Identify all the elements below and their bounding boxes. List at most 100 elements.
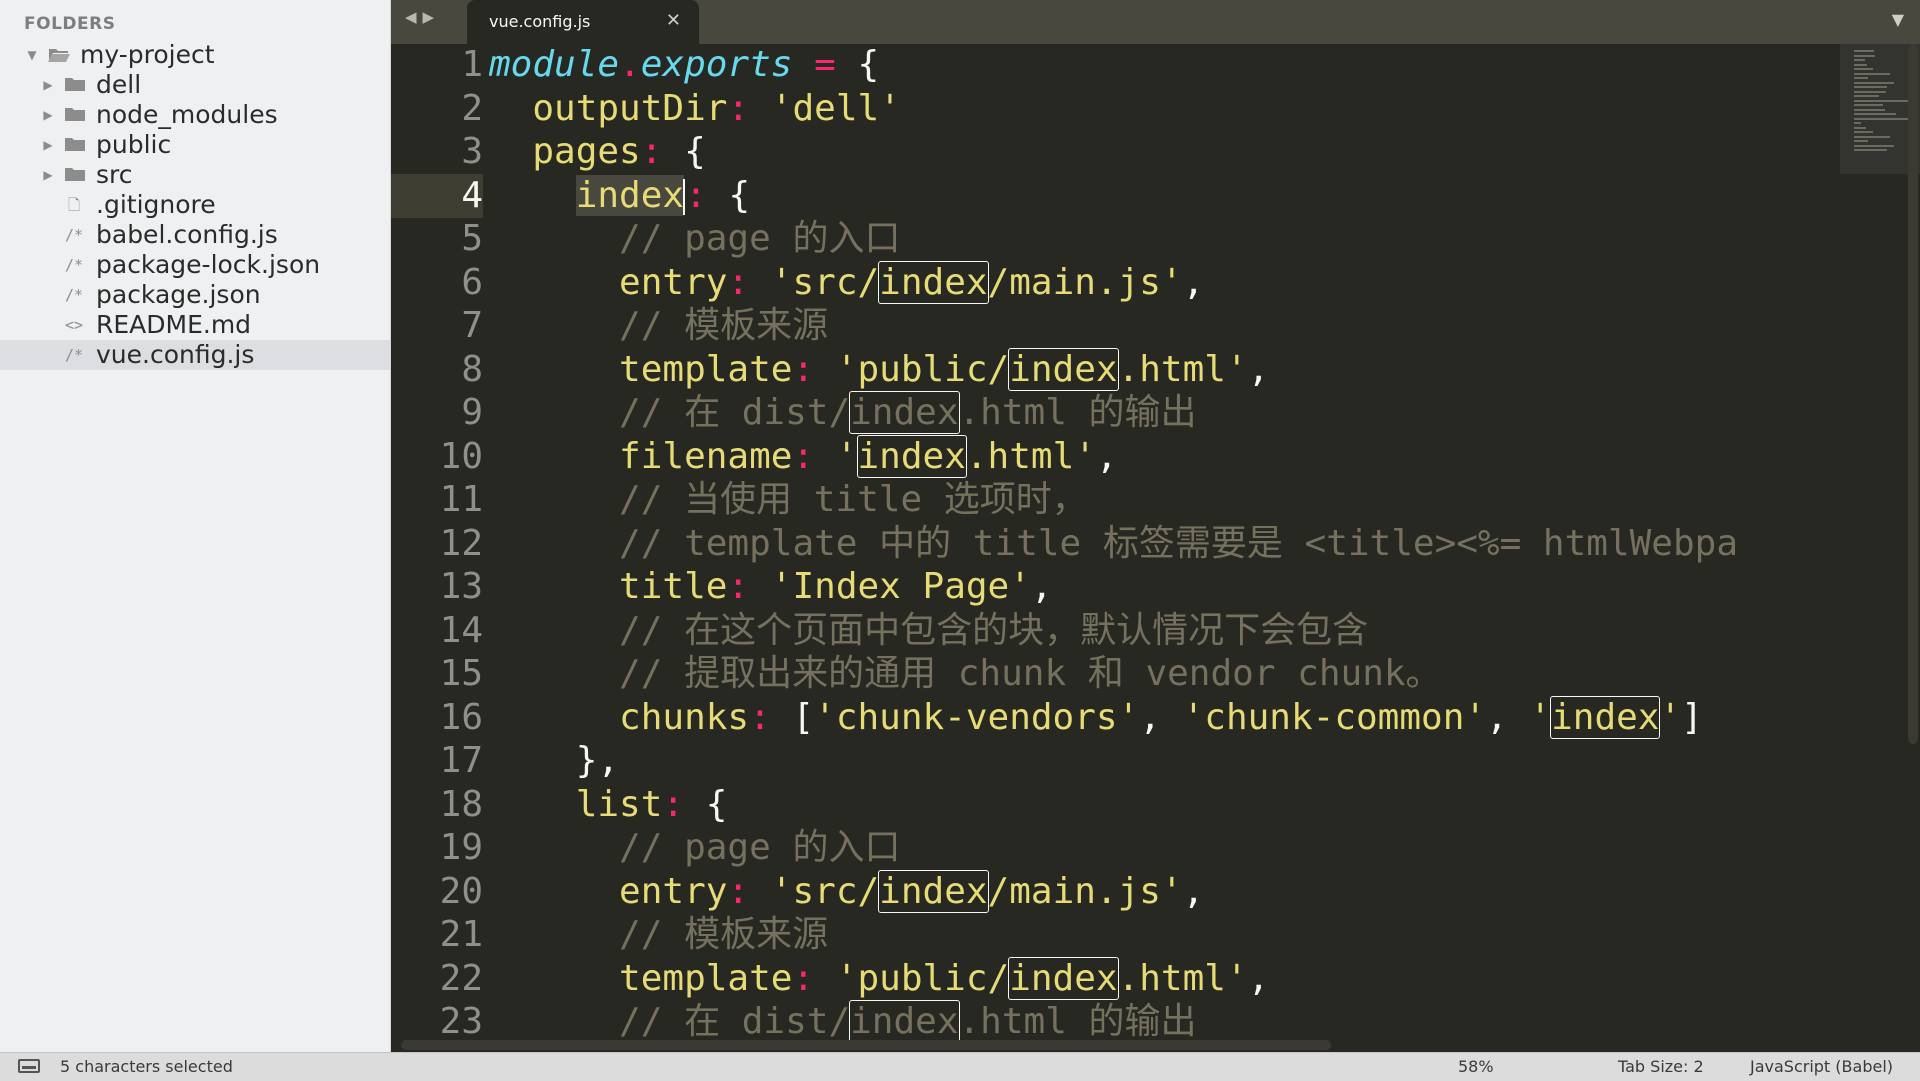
code-token: = bbox=[814, 44, 836, 85]
code-token: title bbox=[619, 566, 728, 607]
code-token: ' bbox=[835, 435, 858, 477]
tree-item[interactable]: ▼ my-project bbox=[0, 40, 390, 70]
code-token: // 模板来源 bbox=[619, 305, 829, 346]
code-line: // template 中的 title 标签需要是 <title><%= ht… bbox=[489, 522, 1738, 566]
line-number: 9 bbox=[461, 392, 483, 433]
chevron-right-icon[interactable]: ▶ bbox=[40, 160, 56, 190]
code-line: index: { bbox=[489, 174, 750, 218]
code-line: pages: { bbox=[489, 130, 705, 174]
forward-arrow-icon[interactable]: ▶ bbox=[423, 8, 441, 26]
code-token: , bbox=[1030, 566, 1053, 607]
code-token: . bbox=[619, 44, 641, 85]
code-token: { bbox=[835, 44, 880, 85]
chevron-down-icon[interactable]: ▼ bbox=[1892, 10, 1904, 29]
chevron-down-icon[interactable]: ▼ bbox=[24, 40, 40, 70]
tree-item[interactable]: /* package.json bbox=[0, 280, 390, 310]
code-token: template bbox=[619, 957, 793, 999]
minimap-line bbox=[1854, 140, 1869, 142]
code-token: module bbox=[489, 44, 620, 85]
code-token: 'public/ bbox=[835, 348, 1010, 390]
tree-item[interactable]: ▶ public bbox=[0, 130, 390, 160]
panel-toggle-icon[interactable] bbox=[18, 1059, 40, 1073]
code-token: .html' bbox=[965, 435, 1096, 477]
tree-item[interactable]: ▶ src bbox=[0, 160, 390, 190]
code-line: chunks: ['chunk-vendors', 'chunk-common'… bbox=[489, 695, 1703, 740]
code-token: // 在这个页面中包含的块，默认情况下会包含 bbox=[619, 609, 1369, 651]
folder-icon bbox=[65, 78, 85, 91]
match-highlight: index bbox=[849, 1000, 960, 1043]
minimap-line bbox=[1854, 108, 1885, 111]
code-token: // page 的入口 bbox=[619, 827, 901, 868]
tree-item-label: .gitignore bbox=[96, 190, 216, 219]
code-token: { bbox=[684, 783, 728, 825]
line-number: 14 bbox=[439, 609, 483, 651]
code-editor[interactable]: 1 2 3 4 5 6 7 8 9 10 11 12 13 14 15 16 17 18 19 20 21 22 23 mo… bbox=[391, 44, 1920, 1052]
chevron-right-icon[interactable]: ▶ bbox=[40, 130, 56, 160]
code-file-icon: /* bbox=[64, 226, 84, 244]
line-number: 4 bbox=[461, 174, 483, 216]
markdown-file-icon: <> bbox=[64, 316, 84, 334]
status-bar: 5 characters selected 58% Tab Size: 2 Ja… bbox=[0, 1052, 1920, 1081]
tree-item[interactable]: <> README.md bbox=[0, 310, 390, 340]
match-highlight: index bbox=[1008, 347, 1119, 391]
minimap-line bbox=[1854, 122, 1861, 124]
vertical-scrollbar[interactable] bbox=[1908, 44, 1918, 744]
syntax-mode[interactable]: JavaScript (Babel) bbox=[1750, 1057, 1893, 1076]
code-token: , bbox=[1182, 870, 1205, 912]
tab-size[interactable]: Tab Size: 2 bbox=[1618, 1057, 1704, 1076]
line-number: 16 bbox=[439, 696, 483, 738]
tree-item-label: my-project bbox=[80, 40, 215, 69]
code-line: list: { bbox=[489, 783, 728, 827]
tree-item[interactable]: 🗋 .gitignore bbox=[0, 190, 390, 220]
minimap-line bbox=[1854, 149, 1887, 151]
tab-vue-config[interactable]: vue.config.js ✕ bbox=[467, 0, 699, 44]
tree-item[interactable]: ▶ dell bbox=[0, 70, 390, 100]
code-token: , bbox=[1247, 957, 1270, 999]
code-token: : bbox=[685, 174, 707, 216]
tree-item[interactable]: /* package-lock.json bbox=[0, 250, 390, 280]
code-line: module.exports = { bbox=[489, 44, 879, 87]
back-arrow-icon[interactable]: ◀ bbox=[405, 8, 423, 26]
code-token: : bbox=[640, 131, 663, 172]
chevron-right-icon[interactable]: ▶ bbox=[40, 70, 56, 100]
code-token: : bbox=[749, 696, 771, 738]
minimap-line bbox=[1854, 104, 1883, 106]
code-token: 'chunk-common' bbox=[1182, 696, 1487, 738]
code-token: : bbox=[727, 870, 750, 912]
tree-item[interactable]: ▶ node_modules bbox=[0, 100, 390, 130]
code-token: // page 的入口 bbox=[619, 218, 901, 259]
code-line: outputDir: 'dell' bbox=[489, 87, 901, 131]
code-token: 'Index Page' bbox=[770, 566, 1031, 607]
line-number: 23 bbox=[439, 1001, 483, 1042]
code-token: .html 的输出 bbox=[958, 392, 1197, 433]
chevron-right-icon[interactable]: ▶ bbox=[40, 100, 56, 130]
tab-bar: ◀▶ vue.config.js ✕ ▼ bbox=[391, 0, 1920, 44]
code-token: , bbox=[1095, 435, 1118, 477]
folder-icon bbox=[65, 138, 85, 151]
horizontal-scrollbar[interactable] bbox=[401, 1040, 1331, 1050]
sidebar: FOLDERS ▼ my-project ▶ dell ▶ node_modules ▶ pu… bbox=[0, 0, 391, 1052]
match-highlight: index bbox=[1008, 956, 1119, 1000]
code-token: template bbox=[619, 348, 793, 390]
close-icon[interactable]: ✕ bbox=[666, 10, 681, 31]
folder-icon bbox=[65, 108, 85, 121]
code-token: entry bbox=[619, 870, 728, 912]
code-area[interactable]: module.exports = { outputDir: 'dell' pag… bbox=[489, 44, 1825, 1052]
tree-item[interactable]: /* babel.config.js bbox=[0, 220, 390, 250]
code-token: : bbox=[792, 348, 815, 390]
code-line: // 模板来源 bbox=[489, 304, 828, 348]
tree-item[interactable]: /* vue.config.js bbox=[0, 340, 390, 370]
tree-item-label: babel.config.js bbox=[96, 220, 278, 249]
